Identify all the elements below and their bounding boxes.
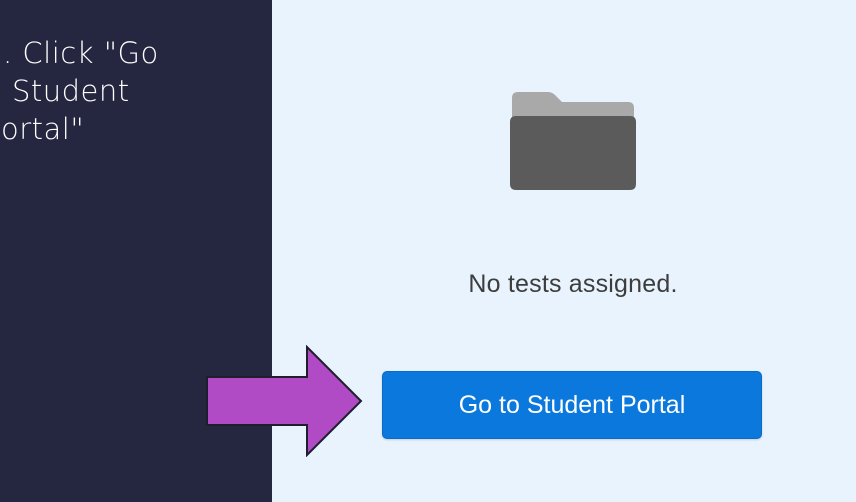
instruction-text: 2. Click "Go o Student Portal" <box>0 34 254 148</box>
go-to-student-portal-button[interactable]: Go to Student Portal <box>382 371 762 439</box>
arrow-right-icon <box>206 345 363 457</box>
instruction-line-2: o Student <box>0 74 130 108</box>
instruction-line-3: Portal" <box>0 112 85 146</box>
empty-state-message: No tests assigned. <box>468 270 678 298</box>
tutorial-slide: 2. Click "Go o Student Portal" No tests … <box>0 0 856 502</box>
instruction-line-1: 2. Click "Go <box>0 36 159 70</box>
folder-icon <box>510 92 636 190</box>
